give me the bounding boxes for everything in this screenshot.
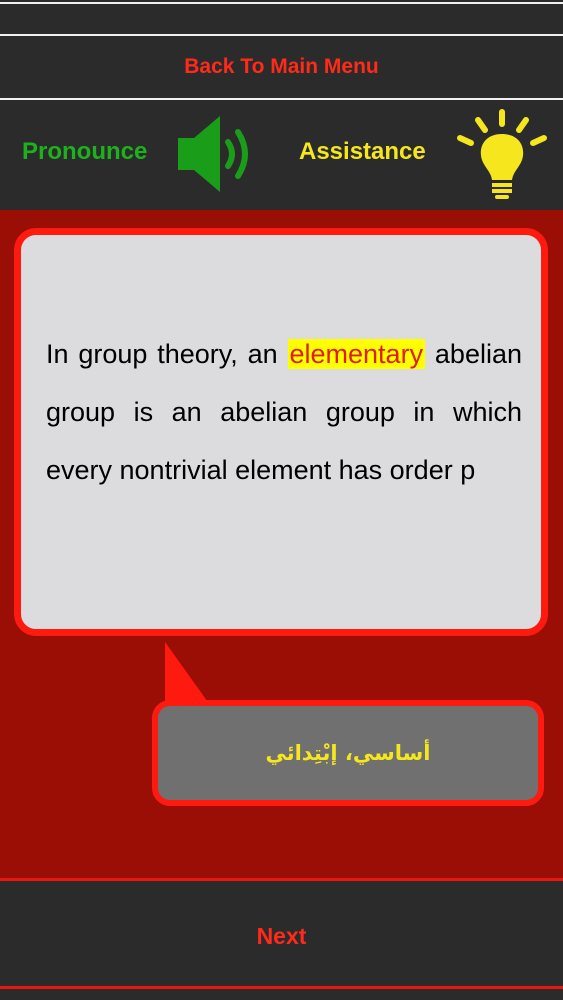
quiz-panel: In group theory, an elementary abelian g… xyxy=(0,210,563,878)
speaker-icon[interactable] xyxy=(176,112,260,196)
back-to-main-menu-button[interactable]: Back To Main Menu xyxy=(0,36,563,98)
bottom-divider xyxy=(0,986,563,989)
translation-text: أساسي، إبْتِدائي xyxy=(265,741,431,765)
pronounce-button[interactable]: Pronounce xyxy=(22,138,147,166)
assistance-button[interactable]: Assistance xyxy=(299,138,426,166)
lightbulb-icon[interactable] xyxy=(454,108,550,204)
top-divider xyxy=(0,2,563,4)
translation-card: أساسي، إبْتِدائي xyxy=(152,700,544,806)
toolbar: Pronounce Assistance xyxy=(0,100,563,210)
next-button[interactable]: Next xyxy=(0,886,563,986)
highlighted-word: elementary xyxy=(287,339,426,369)
question-text-before: In group theory, an xyxy=(46,339,288,369)
footer-divider xyxy=(0,878,563,881)
question-text: In group theory, an elementary abelian g… xyxy=(46,325,522,499)
question-card: In group theory, an elementary abelian g… xyxy=(14,228,548,636)
